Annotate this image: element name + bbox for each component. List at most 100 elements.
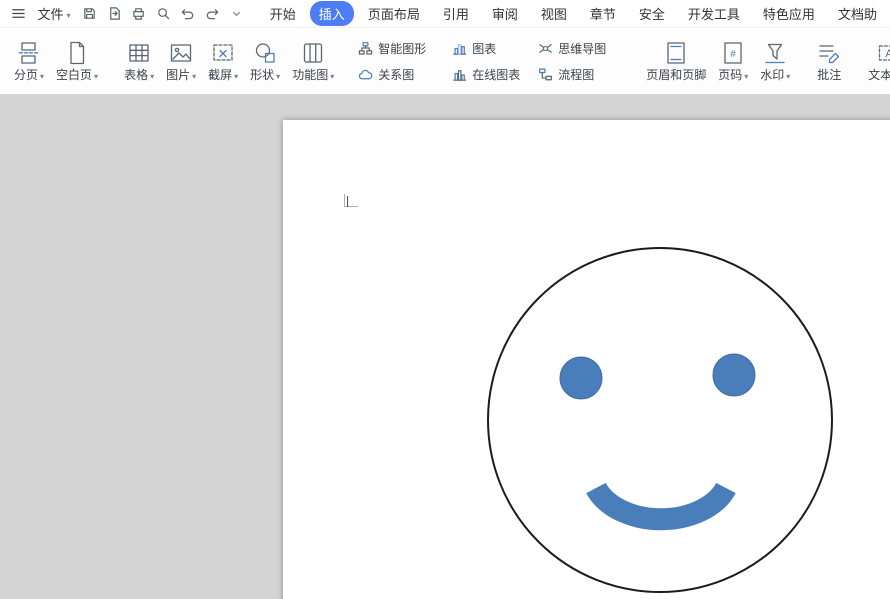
mind-map-icon [538,41,553,56]
button-label: 关系图 [378,66,414,83]
ribbon-group-text: A 文本框 A 艺 [858,28,890,94]
tab-page-layout[interactable]: 页面布局 [359,1,429,26]
hamburger-menu-icon[interactable] [6,3,30,25]
dropdown-caret-icon [192,68,196,82]
relationship-diagram-button[interactable]: 关系图 [354,64,446,85]
page-break-icon [16,40,42,66]
ribbon-group-pages: 分页 空白页 [4,28,108,94]
button-label: 形状 [250,68,274,82]
dropdown-caret-icon [150,68,154,82]
button-label: 图表 [472,40,496,57]
header-footer-icon [663,40,689,66]
page-number-icon: # [720,40,746,66]
svg-text:#: # [730,49,736,60]
function-diagram-icon [300,40,326,66]
smart-graphics-button[interactable]: 智能图形 [354,38,446,59]
button-label: 分页 [14,68,38,82]
tab-doc-assistant[interactable]: 文档助 [829,1,886,26]
comment-button[interactable]: 批注 [810,35,848,86]
tab-home[interactable]: 开始 [261,1,305,26]
left-eye-shape[interactable] [560,357,602,399]
online-chart-icon [452,67,467,82]
dropdown-caret-icon [744,68,748,82]
online-chart-button[interactable]: 在线图表 [448,64,532,85]
print-preview-button[interactable] [151,3,175,25]
menu-bar: 文件 开始 插入 页面布局 引用 审阅 视图 [0,0,890,28]
file-menu-label: 文件 [37,4,63,23]
button-label: 思维导图 [558,40,606,57]
ribbon-tabs: 开始 插入 页面布局 引用 审阅 视图 章节 安全 开发工具 特色应用 文档助 [261,1,886,26]
button-label: 功能图 [292,68,328,82]
toolbar-more-caret-icon[interactable] [224,3,248,25]
document-page[interactable] [283,120,890,599]
relationship-diagram-icon [358,67,373,82]
button-label: 页眉和页脚 [646,68,706,82]
save-button[interactable] [78,3,102,25]
button-label: 在线图表 [472,66,520,83]
flowchart-button[interactable]: 流程图 [534,64,626,85]
dropdown-caret-icon [94,68,98,82]
dropdown-caret-icon [40,68,44,82]
dropdown-caret-icon [786,68,790,82]
header-footer-button[interactable]: 页眉和页脚 [640,35,712,86]
button-label: 文本框 [868,68,890,82]
button-label: 批注 [817,68,841,82]
table-button[interactable]: 表格 [118,35,160,86]
dropdown-caret-icon [234,68,238,82]
watermark-button[interactable]: 水印 [754,35,796,86]
dropdown-caret-icon [276,68,280,82]
face-circle-shape[interactable] [488,248,832,592]
smart-graphics-icon [358,41,373,56]
button-label: 智能图形 [378,40,426,57]
table-icon [126,40,152,66]
mind-map-button[interactable]: 思维导图 [534,38,626,59]
print-button[interactable] [126,3,150,25]
tab-special-features[interactable]: 特色应用 [754,1,824,26]
tab-security[interactable]: 安全 [630,1,674,26]
insert-ribbon: 分页 空白页 表格 图片 [0,28,890,95]
chart-icon [452,41,467,56]
picture-icon [168,40,194,66]
chevron-down-icon [66,6,70,21]
button-label: 流程图 [558,66,594,83]
page-break-button[interactable]: 分页 [8,35,50,86]
smiley-face-drawing [283,120,890,599]
wps-writer-window: 文件 开始 插入 页面布局 引用 审阅 视图 [0,0,890,599]
function-diagram-button[interactable]: 功能图 [286,35,340,86]
button-label: 图片 [166,68,190,82]
dropdown-caret-icon [330,68,334,82]
text-box-icon: A [876,40,890,66]
text-box-button[interactable]: A 文本框 [862,35,890,86]
ribbon-group-diagrams: 智能图形 图表 思维导图 关系图 [350,28,630,94]
tab-references[interactable]: 引用 [434,1,478,26]
tab-section[interactable]: 章节 [581,1,625,26]
button-label: 水印 [760,68,784,82]
screenshot-button[interactable]: 截屏 [202,35,244,86]
right-eye-shape[interactable] [713,354,755,396]
redo-button[interactable] [200,3,224,25]
shapes-icon [252,40,278,66]
undo-button[interactable] [175,3,199,25]
ribbon-group-comment: 批注 [806,28,852,94]
blank-page-icon [64,40,90,66]
tab-view[interactable]: 视图 [532,1,576,26]
tab-insert[interactable]: 插入 [310,1,354,26]
button-label: 页码 [718,68,742,82]
chart-button[interactable]: 图表 [448,38,532,59]
export-button[interactable] [102,3,126,25]
button-label: 截屏 [208,68,232,82]
button-label: 空白页 [56,68,92,82]
watermark-icon [762,40,788,66]
page-number-button[interactable]: # 页码 [712,35,754,86]
tab-developer[interactable]: 开发工具 [679,1,749,26]
screenshot-icon [210,40,236,66]
file-menu-button[interactable]: 文件 [30,1,77,26]
document-canvas [0,95,890,599]
shapes-button[interactable]: 形状 [244,35,286,86]
tab-review[interactable]: 审阅 [483,1,527,26]
picture-button[interactable]: 图片 [160,35,202,86]
comment-icon [816,40,842,66]
ribbon-group-page-elements: 页眉和页脚 # 页码 水印 [636,28,800,94]
blank-page-button[interactable]: 空白页 [50,35,104,86]
flowchart-icon [538,67,553,82]
